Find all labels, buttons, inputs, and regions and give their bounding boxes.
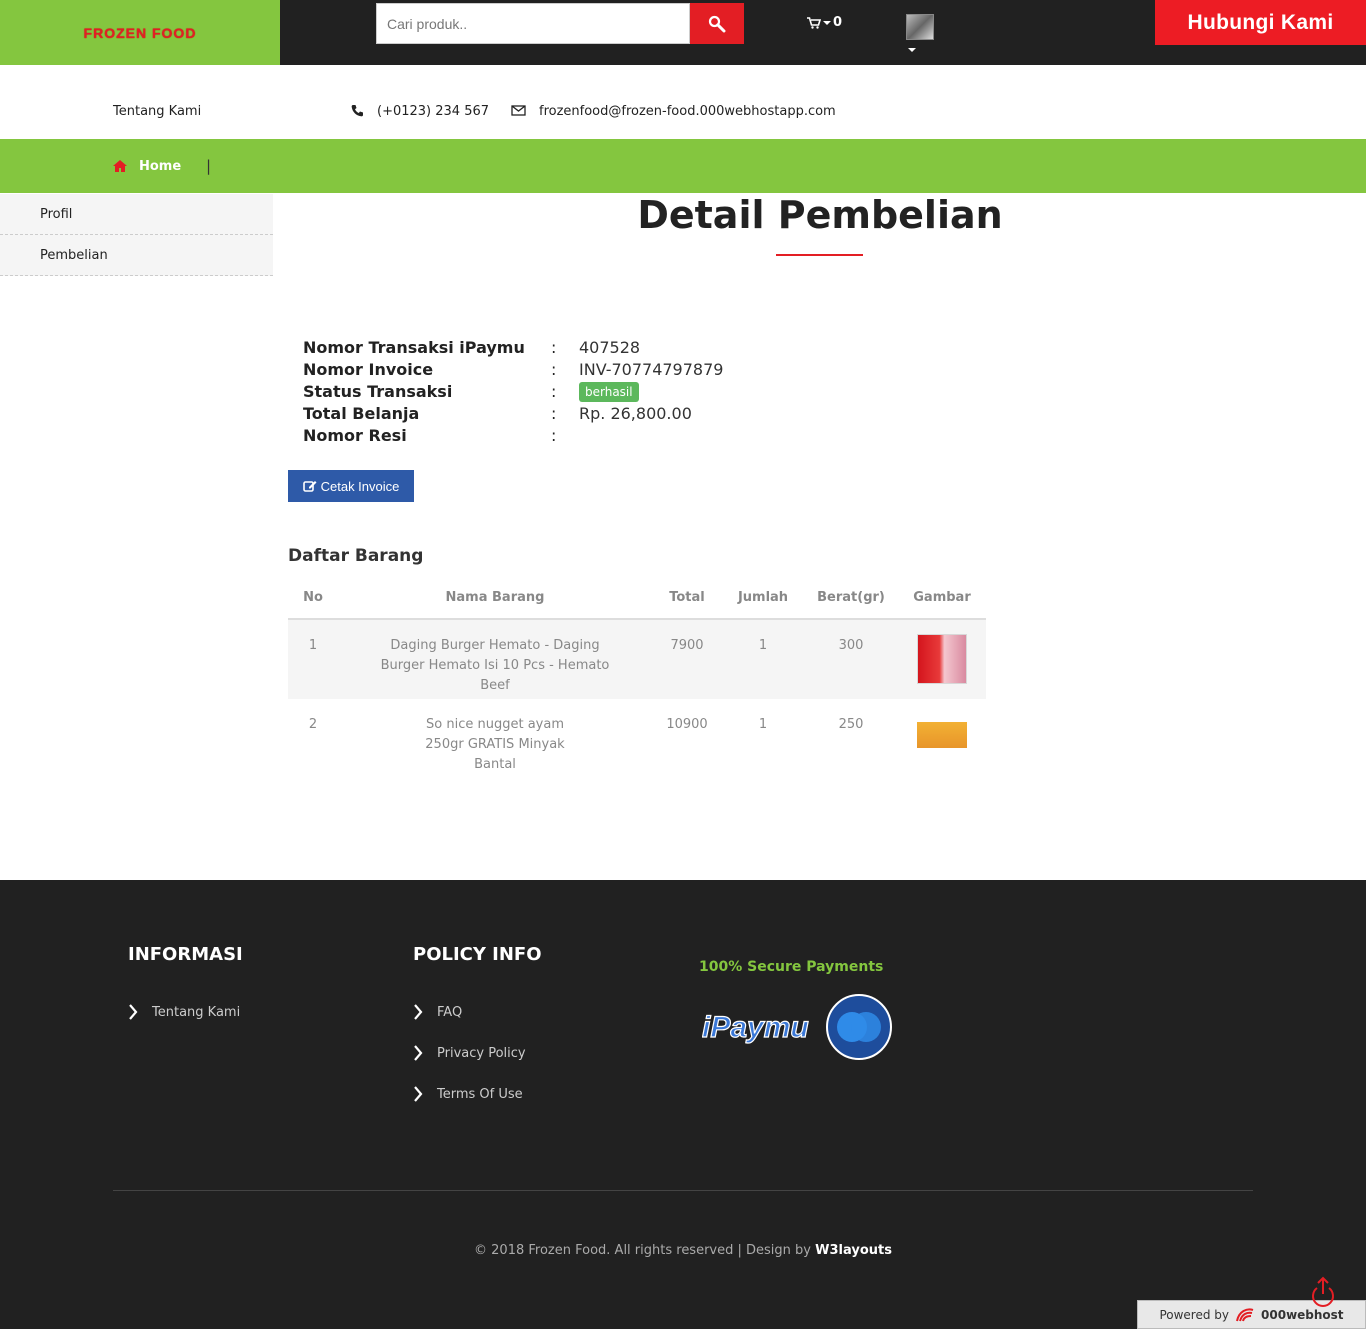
- copyright-text: © 2018 Frozen Food. All rights reserved …: [474, 1243, 811, 1258]
- site-logo[interactable]: FROZEN FOOD: [84, 25, 197, 41]
- cell-image: [898, 619, 986, 699]
- footer-link-label: Terms Of Use: [437, 1086, 523, 1102]
- edit-icon: [302, 481, 317, 492]
- status-badge: berhasil: [579, 382, 639, 402]
- footer-link-label: Tentang Kami: [152, 1004, 241, 1020]
- colon: :: [551, 360, 557, 379]
- chevron-right-icon: [414, 1086, 423, 1102]
- user-avatar[interactable]: [906, 14, 934, 40]
- footer-link-privacy[interactable]: Privacy Policy: [413, 1045, 526, 1061]
- nav-home-link[interactable]: Home: [139, 159, 181, 174]
- transaction-number-value: 407528: [579, 338, 641, 357]
- search-input[interactable]: [376, 3, 690, 44]
- sidebar-item-profil[interactable]: Profil: [0, 194, 273, 235]
- colon: :: [551, 338, 557, 357]
- column-header: No: [288, 576, 338, 620]
- cart-button[interactable]: 0: [807, 15, 842, 30]
- table-header-row: No Nama Barang Total Jumlah Berat(gr) Ga…: [288, 576, 986, 620]
- colon: :: [551, 404, 557, 423]
- phone-icon: [351, 105, 363, 117]
- column-header: Berat(gr): [804, 576, 898, 620]
- footer-link-label: Privacy Policy: [437, 1045, 526, 1061]
- scroll-to-top-icon[interactable]: [1309, 1276, 1337, 1308]
- colon: :: [551, 382, 557, 401]
- cell-product-name: Daging Burger Hemato - Daging Burger Hem…: [338, 619, 652, 699]
- product-thumbnail[interactable]: [917, 634, 967, 684]
- footer-link-terms[interactable]: Terms Of Use: [413, 1086, 523, 1102]
- invoice-number-value: INV-70774797879: [579, 360, 724, 379]
- invoice-number-label: Nomor Invoice: [303, 360, 434, 379]
- footer-divider: [113, 1190, 1253, 1191]
- host-logo-icon: [1236, 1307, 1254, 1321]
- cell-weight: 250: [838, 717, 864, 732]
- main-nav: [0, 139, 1366, 193]
- column-header: Gambar: [898, 576, 986, 620]
- print-invoice-label: Cetak Invoice: [320, 478, 400, 494]
- home-icon: [113, 160, 127, 172]
- about-link[interactable]: Tentang Kami: [113, 104, 201, 119]
- cell-product-name: So nice nugget ayam 250gr GRATIS Minyak …: [425, 717, 565, 772]
- contact-us-button[interactable]: Hubungi Kami: [1155, 0, 1366, 45]
- search-button[interactable]: [690, 3, 744, 44]
- total-label: Total Belanja: [303, 404, 420, 423]
- chevron-right-icon: [414, 1004, 423, 1020]
- column-header: Nama Barang: [338, 576, 652, 620]
- footer-policy-heading: POLICY INFO: [413, 944, 542, 965]
- cart-count: 0: [833, 15, 843, 30]
- transaction-number-label: Nomor Transaksi iPaymu: [303, 338, 525, 357]
- chevron-right-icon: [129, 1004, 138, 1020]
- nav-separator: |: [206, 157, 212, 175]
- receipt-number-label: Nomor Resi: [303, 426, 407, 445]
- footer-link-faq[interactable]: FAQ: [413, 1004, 462, 1020]
- caret-down-icon: [823, 20, 831, 25]
- ipaymu-logo: iPaymu: [702, 994, 892, 1060]
- product-thumbnail[interactable]: [917, 713, 967, 763]
- status-label: Status Transaksi: [303, 382, 453, 401]
- title-underline: [776, 254, 863, 256]
- cart-icon: [807, 16, 821, 29]
- page-title: Detail Pembelian: [637, 193, 1003, 237]
- total-value: Rp. 26,800.00: [579, 404, 692, 423]
- cell-total: 7900: [652, 619, 722, 699]
- sidebar-item-pembelian[interactable]: Pembelian: [0, 235, 273, 276]
- table-row: 2 So nice nugget ayam 250gr GRATIS Minya…: [288, 699, 986, 779]
- secure-payments-text: 100% Secure Payments: [699, 959, 884, 975]
- footer-info-heading: INFORMASI: [128, 944, 243, 965]
- copyright: © 2018 Frozen Food. All rights reserved …: [0, 1243, 1366, 1258]
- email-link[interactable]: frozenfood@frozen-food.000webhostapp.com: [539, 104, 836, 119]
- phone-number: (+0123) 234 567: [377, 104, 490, 119]
- table-row: 1 Daging Burger Hemato - Daging Burger H…: [288, 619, 986, 699]
- cell-qty: 1: [758, 717, 768, 732]
- cell-total: 10900: [666, 717, 708, 732]
- chevron-right-icon: [414, 1045, 423, 1061]
- cell-qty: 1: [722, 619, 804, 699]
- host-name: 000webhost: [1261, 1307, 1344, 1322]
- column-header: Total: [652, 576, 722, 620]
- cell-no: 1: [288, 619, 338, 699]
- cell-weight: 300: [804, 619, 898, 699]
- colon: :: [551, 426, 557, 445]
- cell-no: 2: [308, 717, 318, 732]
- ipaymu-logo-text: iPaymu: [702, 1011, 809, 1044]
- column-header: Jumlah: [722, 576, 804, 620]
- user-menu-caret-icon[interactable]: [908, 48, 916, 52]
- powered-by-label: Powered by: [1159, 1307, 1230, 1322]
- envelope-icon: [511, 105, 526, 116]
- footer-link-label: FAQ: [437, 1004, 463, 1020]
- items-section-title: Daftar Barang: [288, 546, 424, 566]
- designer-link[interactable]: W3layouts: [815, 1243, 892, 1258]
- items-table: No Nama Barang Total Jumlah Berat(gr) Ga…: [288, 576, 986, 779]
- logo-container[interactable]: FROZEN FOOD: [0, 0, 280, 65]
- footer-link-about[interactable]: Tentang Kami: [128, 1004, 240, 1020]
- cell-image: [898, 699, 986, 779]
- search-icon: [708, 15, 726, 32]
- print-invoice-button[interactable]: Cetak Invoice: [288, 470, 414, 502]
